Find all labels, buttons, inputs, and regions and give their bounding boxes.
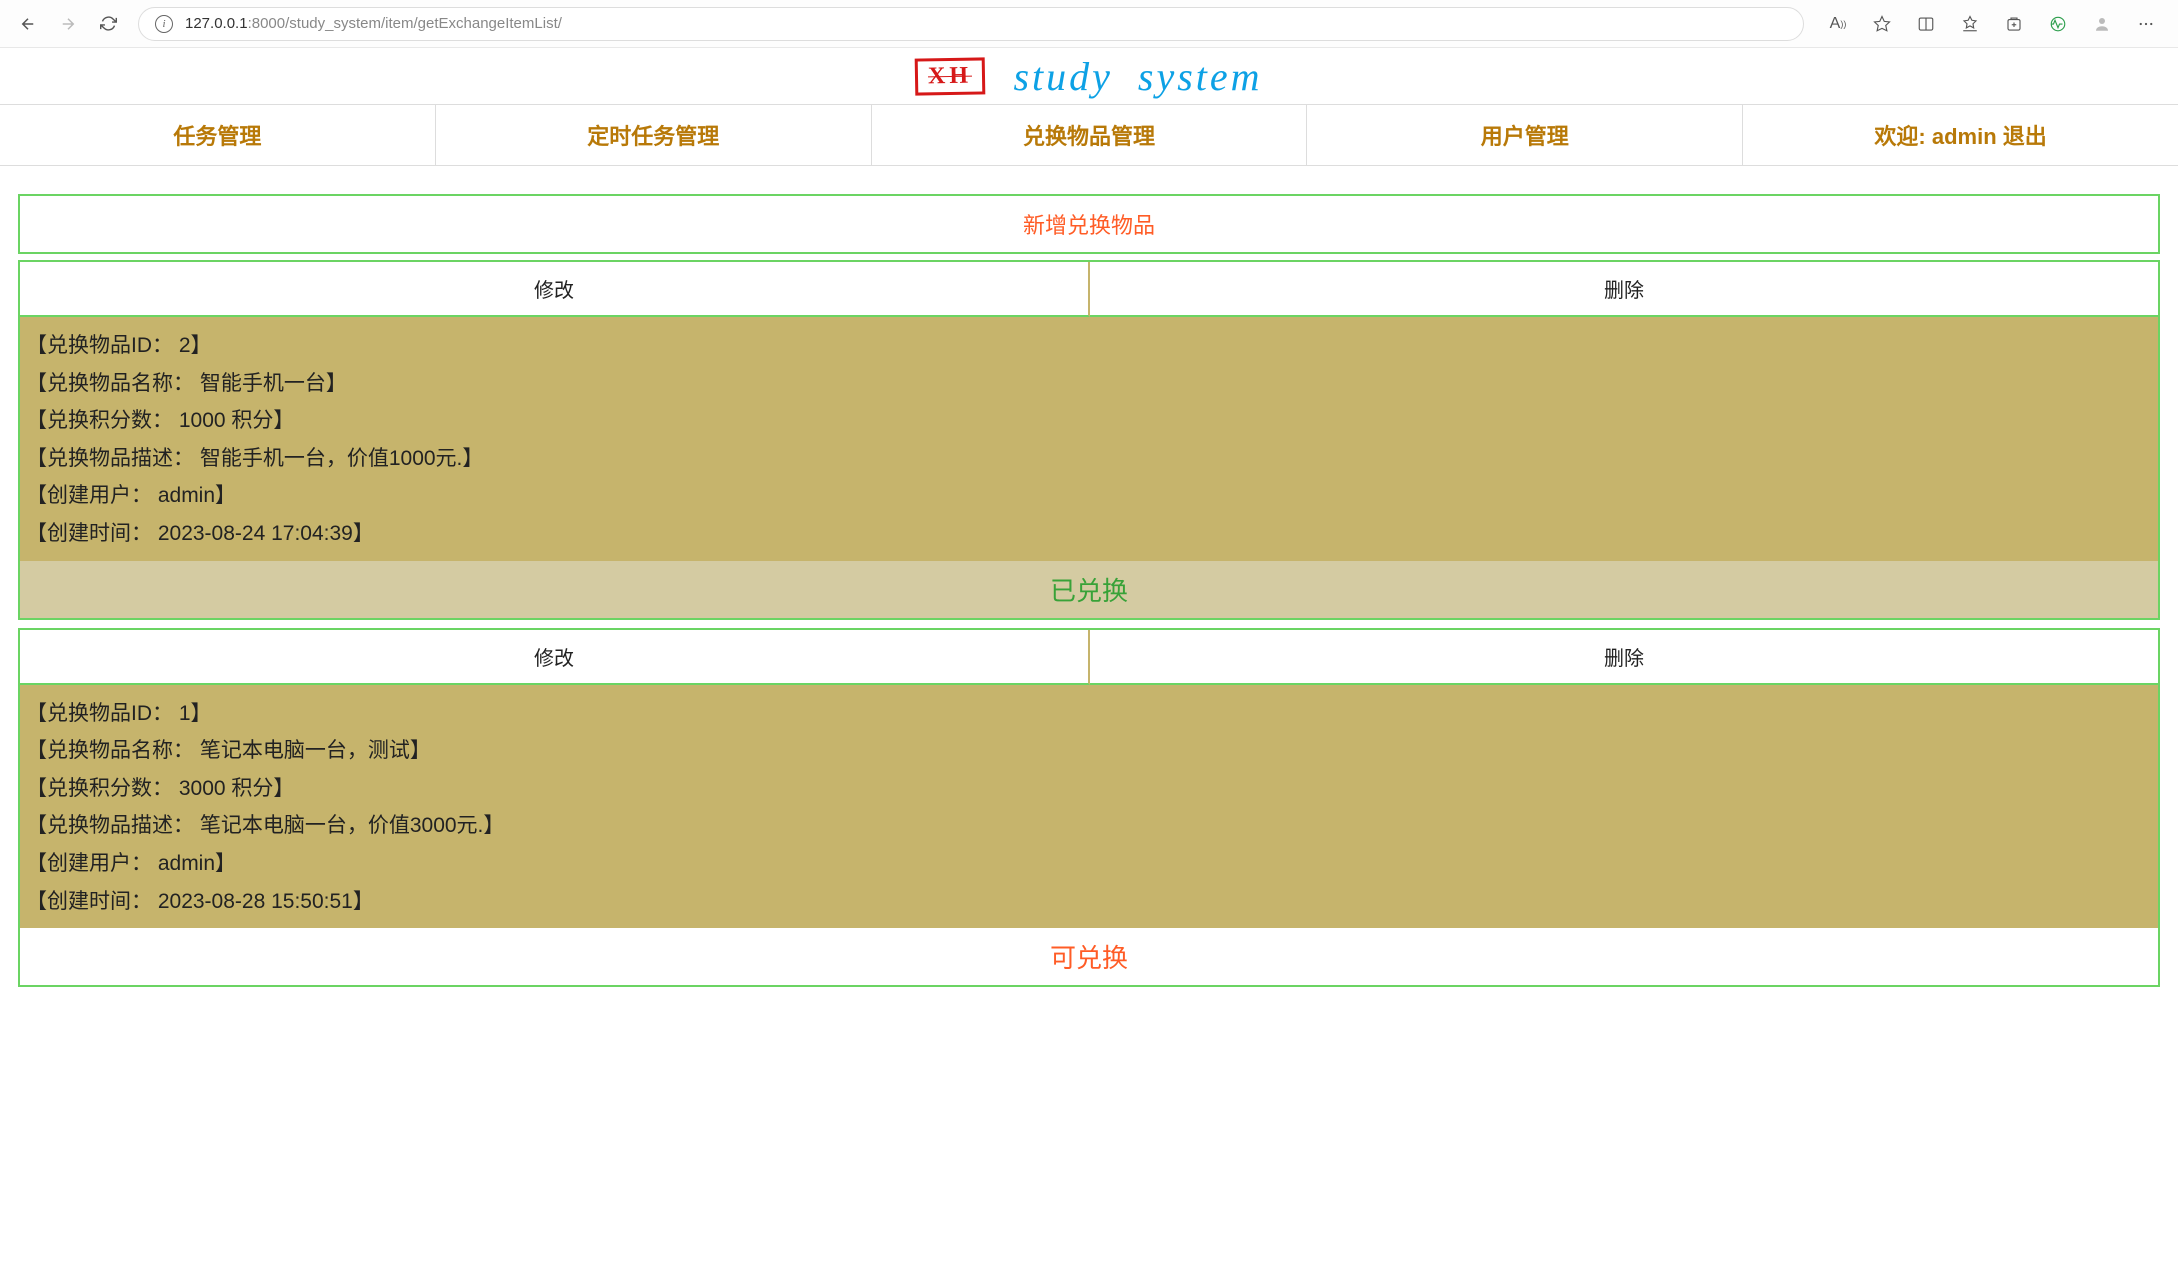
item-desc-line: 【兑换物品描述： 笔记本电脑一台，价值3000元.】	[26, 807, 2152, 845]
browser-chrome: i 127.0.0.1:8000/study_system/item/getEx…	[0, 0, 2178, 48]
item-create-time-line: 【创建时间： 2023-08-28 15:50:51】	[26, 883, 2152, 921]
read-aloud-icon[interactable]: A))	[1818, 8, 1858, 40]
item-name-line: 【兑换物品名称： 智能手机一台】	[26, 365, 2152, 403]
item-create-user-line: 【创建用户： admin】	[26, 845, 2152, 883]
exchange-item-card: 修改删除【兑换物品ID： 2】【兑换物品名称： 智能手机一台】【兑换积分数： 1…	[18, 260, 2160, 620]
item-body: 【兑换物品ID： 2】【兑换物品名称： 智能手机一台】【兑换积分数： 1000 …	[20, 317, 2158, 561]
chrome-controls: A))	[1818, 8, 2166, 40]
delete-button[interactable]: 删除	[1090, 630, 2158, 685]
nav-user-manage[interactable]: 用户管理	[1307, 105, 1743, 165]
more-menu-icon[interactable]	[2126, 8, 2166, 40]
header-title: study system	[1013, 53, 1262, 100]
nav-welcome-logout[interactable]: 欢迎: admin 退出	[1743, 105, 2178, 165]
nav-scheduled-task-manage[interactable]: 定时任务管理	[436, 105, 872, 165]
add-exchange-item-button[interactable]: 新增兑换物品	[18, 194, 2160, 254]
favorites-list-icon[interactable]	[1950, 8, 1990, 40]
profile-icon[interactable]	[2082, 8, 2122, 40]
edit-button[interactable]: 修改	[20, 630, 1090, 685]
item-id-line: 【兑换物品ID： 2】	[26, 327, 2152, 365]
item-name-line: 【兑换物品名称： 笔记本电脑一台，测试】	[26, 732, 2152, 770]
collections-icon[interactable]	[1994, 8, 2034, 40]
logo-stamp: XH	[915, 57, 986, 95]
favorite-icon[interactable]	[1862, 8, 1902, 40]
back-button[interactable]	[12, 8, 44, 40]
item-create-user-line: 【创建用户： admin】	[26, 477, 2152, 515]
refresh-button[interactable]	[92, 8, 124, 40]
item-id-line: 【兑换物品ID： 1】	[26, 695, 2152, 733]
status-redeemed: 已兑换	[20, 561, 2158, 618]
item-body: 【兑换物品ID： 1】【兑换物品名称： 笔记本电脑一台，测试】【兑换积分数： 3…	[20, 685, 2158, 929]
item-points-line: 【兑换积分数： 1000 积分】	[26, 402, 2152, 440]
url-text: 127.0.0.1:8000/study_system/item/getExch…	[185, 15, 562, 32]
site-info-icon[interactable]: i	[155, 15, 173, 33]
exchange-item-card: 修改删除【兑换物品ID： 1】【兑换物品名称： 笔记本电脑一台，测试】【兑换积分…	[18, 628, 2160, 988]
nav-exchange-item-manage[interactable]: 兑换物品管理	[872, 105, 1308, 165]
header-banner: XH study system	[0, 48, 2178, 104]
edit-button[interactable]: 修改	[20, 262, 1090, 317]
content-area: 新增兑换物品 修改删除【兑换物品ID： 2】【兑换物品名称： 智能手机一台】【兑…	[0, 166, 2178, 987]
split-screen-icon[interactable]	[1906, 8, 1946, 40]
item-desc-line: 【兑换物品描述： 智能手机一台，价值1000元.】	[26, 440, 2152, 478]
nav-task-manage[interactable]: 任务管理	[0, 105, 436, 165]
item-create-time-line: 【创建时间： 2023-08-24 17:04:39】	[26, 515, 2152, 553]
main-nav: 任务管理 定时任务管理 兑换物品管理 用户管理 欢迎: admin 退出	[0, 104, 2178, 166]
status-available[interactable]: 可兑换	[20, 928, 2158, 985]
performance-icon[interactable]	[2038, 8, 2078, 40]
forward-button[interactable]	[52, 8, 84, 40]
item-points-line: 【兑换积分数： 3000 积分】	[26, 770, 2152, 808]
url-bar[interactable]: i 127.0.0.1:8000/study_system/item/getEx…	[138, 7, 1804, 41]
delete-button[interactable]: 删除	[1090, 262, 2158, 317]
